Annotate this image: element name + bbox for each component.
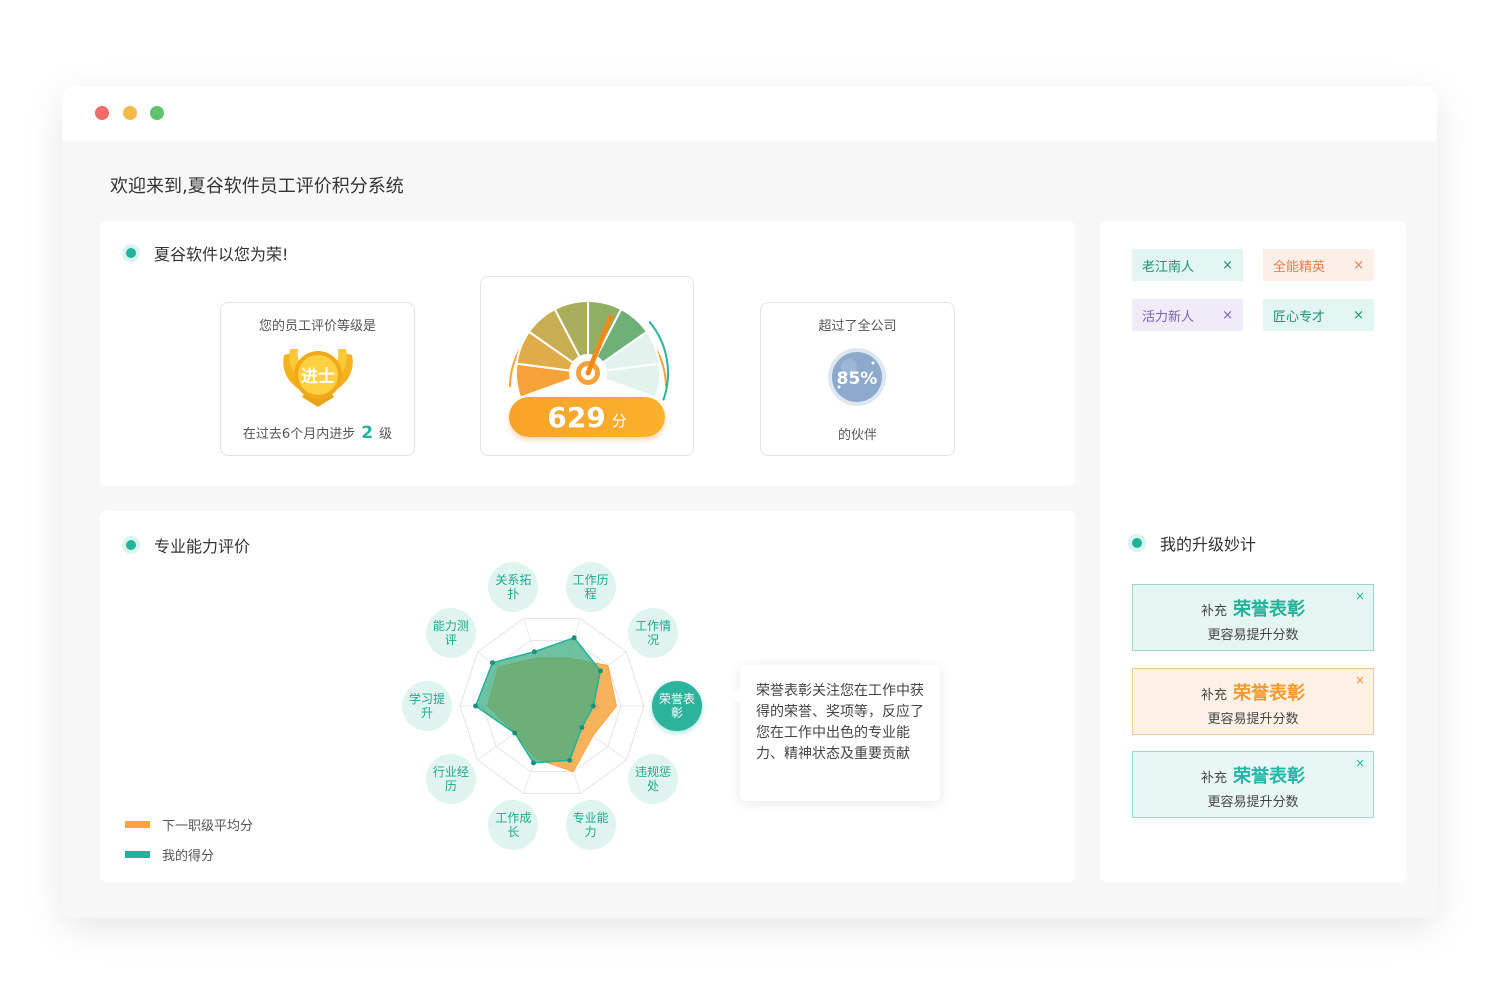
progress-value: 2 — [361, 423, 374, 443]
legend-mine: 我的得分 — [125, 845, 214, 864]
ability-card: 专业能力评价 工作历程 工作情况 荣誉表彰 违规惩处 专业能力 工作成长 行业经历 学习提升能… — [100, 511, 1075, 882]
tip-description: 更容易提升分数 — [1207, 795, 1299, 810]
radar-node-2[interactable]: 工作情况 — [628, 607, 679, 658]
radar-point — [531, 760, 537, 766]
tip-close-icon[interactable]: × — [1355, 756, 1365, 770]
tag-label: 活力新人 — [1142, 309, 1195, 325]
medal-text: 进士 — [301, 366, 335, 387]
tip-highlight: 荣誉表彰 — [1233, 683, 1305, 704]
upgrade-tip-1[interactable]: 补充 荣誉表彰 更容易提升分数 × — [1132, 584, 1374, 651]
rank-box: 超过了全公司 85% 的伙伴 — [760, 302, 955, 456]
tag-label: 全能精英 — [1273, 259, 1326, 275]
level-box: 您的员工评价等级是 进士 在过去6个月内进步 2 级 — [220, 302, 415, 456]
tip-description: 更容易提升分数 — [1207, 628, 1299, 643]
radar-node-3[interactable]: 荣誉表彰 — [652, 681, 702, 731]
rank-suffix: 的伙伴 — [837, 428, 877, 443]
radar-node-1[interactable]: 工作历程 — [565, 562, 616, 613]
rank-medal-icon: 进士 — [283, 349, 353, 407]
tag-1: 老江南人 × — [1132, 249, 1243, 281]
tag-3: 活力新人 × — [1132, 299, 1243, 331]
tag-label: 匠心专才 — [1273, 309, 1326, 325]
legend-swatch-orange — [125, 821, 150, 828]
tag-4: 匠心专才 × — [1263, 299, 1374, 331]
upgrade-tip-3[interactable]: 补充 荣誉表彰 更容易提升分数 × — [1132, 751, 1374, 818]
ability-tooltip: 荣誉表彰关注您在工作中获得的荣誉、奖项等，反应了您在工作中出色的专业能力、精神状… — [732, 665, 940, 801]
score-gauge-box: 629 分 — [480, 276, 694, 456]
legend-swatch-green — [125, 851, 150, 858]
tag-2: 全能精英 × — [1263, 249, 1374, 281]
radar-point — [590, 703, 596, 709]
honor-card: 夏谷软件以您为荣! 您的员工评价等级是 进士 在过去6个月内进步 2 级 629… — [100, 221, 1075, 486]
maximize-window-button[interactable] — [150, 106, 164, 120]
section-bullet-icon — [122, 244, 140, 262]
radar-node-9[interactable]: 能力测评 — [425, 607, 476, 658]
section-bullet-icon — [1128, 534, 1146, 552]
tip-prefix: 补充 — [1200, 771, 1227, 786]
legend-label: 我的得分 — [162, 849, 215, 864]
tip-prefix: 补充 — [1200, 688, 1227, 703]
radar-point — [567, 757, 573, 763]
tip-highlight: 荣誉表彰 — [1233, 766, 1305, 787]
radar-node-6[interactable]: 工作成长 — [488, 799, 539, 850]
honor-title-text: 夏谷软件以您为荣! — [154, 245, 289, 264]
right-panel: 老江南人 × 全能精英 × 活力新人 × 匠心专才 × 我的升级妙计 补充 荣誉表… — [1100, 221, 1406, 882]
percent-bubble-icon: 85% — [828, 348, 886, 406]
upgrade-section-title: 我的升级妙计 — [1128, 531, 1256, 555]
radar-point — [579, 725, 585, 731]
window-titlebar — [62, 86, 1437, 141]
rank-label: 超过了全公司 — [818, 319, 897, 334]
progress-prefix: 在过去6个月内进步 — [242, 427, 356, 442]
app-window: 欢迎来到,夏谷软件员工评价积分系统 夏谷软件以您为荣! 您的员工评价等级是 进士… — [62, 86, 1437, 918]
tag-close-icon[interactable]: × — [1353, 308, 1364, 323]
score-unit: 分 — [611, 411, 627, 430]
level-progress: 在过去6个月内进步 2 级 — [221, 423, 414, 443]
tip-prefix: 补充 — [1200, 604, 1227, 619]
minimize-window-button[interactable] — [123, 106, 137, 120]
tip-close-icon[interactable]: × — [1355, 589, 1365, 603]
tip-highlight: 荣誉表彰 — [1233, 599, 1305, 620]
tip-close-icon[interactable]: × — [1355, 673, 1365, 687]
radar-point — [597, 668, 603, 674]
tip-description: 更容易提升分数 — [1207, 712, 1299, 727]
score-pill: 629 分 — [509, 397, 665, 437]
radar-point — [512, 730, 518, 736]
radar-node-7[interactable]: 行业经历 — [425, 754, 476, 805]
rank-percent: 85% — [837, 369, 878, 389]
tag-close-icon[interactable]: × — [1222, 258, 1233, 273]
radar-point — [571, 635, 577, 641]
tag-label: 老江南人 — [1142, 259, 1195, 275]
radar-point — [531, 649, 537, 655]
radar-node-5[interactable]: 专业能力 — [565, 799, 616, 850]
page-title: 欢迎来到,夏谷软件员工评价积分系统 — [110, 176, 404, 197]
progress-suffix: 级 — [379, 427, 393, 442]
honor-section-title: 夏谷软件以您为荣! — [122, 241, 288, 265]
radar-node-8[interactable]: 学习提升 — [402, 681, 452, 731]
level-label: 您的员工评价等级是 — [258, 319, 376, 334]
upgrade-tip-2[interactable]: 补充 荣誉表彰 更容易提升分数 × — [1132, 668, 1374, 735]
legend-next-level: 下一职级平均分 — [125, 815, 253, 834]
tag-close-icon[interactable]: × — [1222, 308, 1233, 323]
gauge-segment — [603, 362, 661, 399]
legend-label: 下一职级平均分 — [162, 819, 254, 834]
upgrade-title-text: 我的升级妙计 — [1160, 535, 1257, 554]
tag-close-icon[interactable]: × — [1353, 258, 1364, 273]
score-value: 629 — [547, 400, 606, 434]
radar-point — [489, 660, 495, 666]
close-window-button[interactable] — [95, 106, 109, 120]
radar-point — [473, 703, 479, 709]
